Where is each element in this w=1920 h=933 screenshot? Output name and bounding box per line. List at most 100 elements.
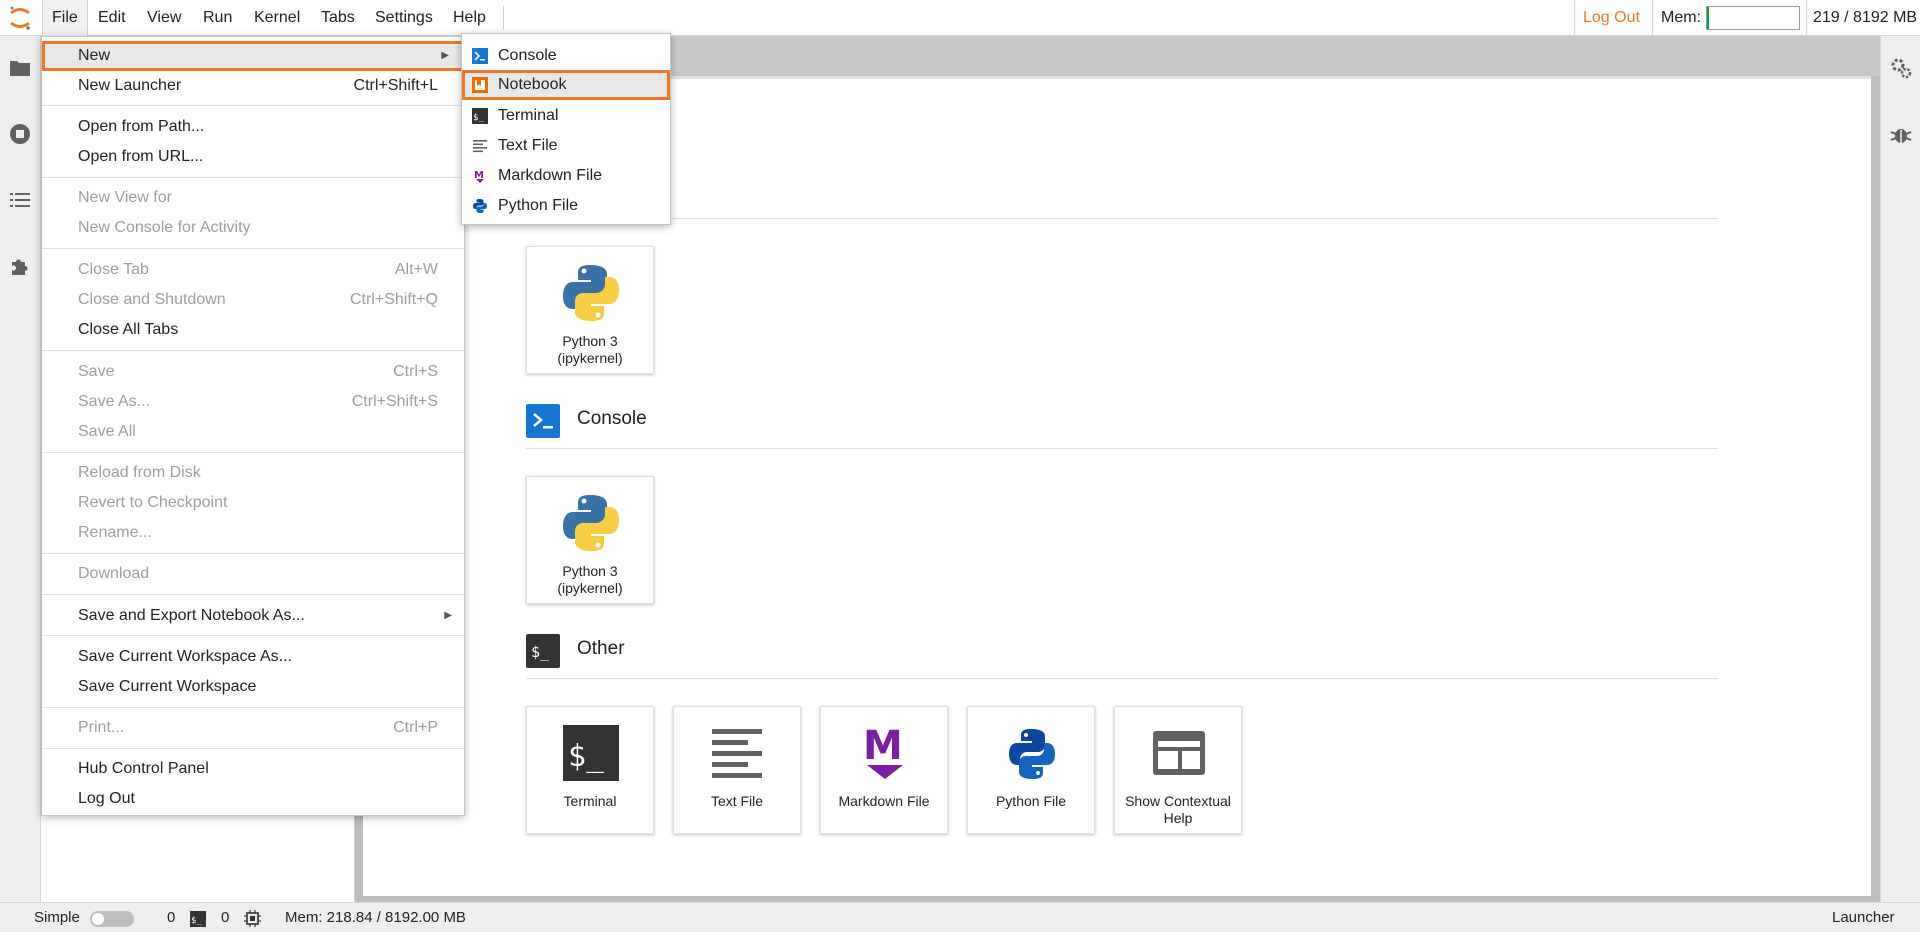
menu-tabs[interactable]: Tabs [312, 0, 364, 36]
other-section-divider [526, 678, 1718, 679]
card-label: Markdown File [838, 793, 930, 809]
menu-item-label: Save [78, 363, 115, 380]
extension-puzzle-icon[interactable] [8, 254, 32, 278]
svg-text:$_: $_ [568, 739, 605, 774]
menu-item-rename: Rename... [78, 524, 152, 541]
svg-text:$_: $_ [191, 916, 202, 926]
markdown-icon: M [474, 170, 484, 183]
kernel-count: 0 [167, 909, 176, 926]
status-bar: Simple 0 $_ 0 Mem: 218.84 / 8192.00 MB L… [0, 902, 1920, 932]
menu-run[interactable]: Run [194, 0, 241, 36]
submenu-arrow-icon: ▶ [444, 610, 452, 621]
menu-help[interactable]: Help [444, 0, 495, 36]
simple-mode-toggle[interactable] [90, 911, 134, 927]
menu-item-open-path[interactable]: Open from Path... [42, 112, 464, 142]
console-python3-card[interactable]: Python 3 (ipykernel) [526, 476, 654, 604]
simple-mode-label: Simple [34, 909, 80, 926]
console-section-title: Console [577, 408, 647, 429]
memory-value: 219 / 8192 MB [1806, 0, 1917, 36]
shortcut-label: Ctrl+Shift+S [351, 393, 438, 410]
property-inspector-gears-icon[interactable] [1889, 56, 1913, 80]
menu-kernel[interactable]: Kernel [245, 0, 309, 36]
menu-item-download: Download [78, 565, 150, 582]
menu-item-new-view: New View for [78, 189, 172, 206]
memory-label: Mem: [1652, 0, 1701, 36]
text-file-card[interactable]: Text File [673, 706, 801, 834]
menu-separator [42, 177, 464, 178]
contextual-help-icon [1153, 731, 1205, 775]
debugger-bug-icon[interactable] [1889, 122, 1913, 146]
terminal-icon: $_ [563, 725, 619, 781]
submenu-item-notebook[interactable]: Notebook [462, 70, 670, 100]
text-file-icon [473, 140, 487, 153]
submenu-arrow-icon: ▶ [441, 50, 449, 61]
menu-item-close-all-tabs[interactable]: Close All Tabs [42, 315, 464, 345]
table-of-contents-icon[interactable] [8, 188, 32, 212]
menu-separator [503, 6, 504, 30]
menu-separator [42, 452, 464, 453]
menu-item-reload: Reload from Disk [78, 464, 201, 481]
markdown-file-card[interactable]: M Markdown File [820, 706, 948, 834]
card-label: Terminal [563, 793, 617, 809]
terminal-status-icon[interactable]: $_ [190, 911, 206, 927]
svg-text:$_: $_ [473, 113, 484, 123]
kernel-chip-icon[interactable] [244, 910, 261, 927]
menu-item-new-launcher[interactable]: New Launcher Ctrl+Shift+L [42, 71, 464, 101]
terminal-card[interactable]: $_ Terminal [526, 706, 654, 834]
new-submenu: Console Notebook $_ Terminal Text File M [461, 33, 671, 225]
menu-separator [42, 248, 464, 249]
submenu-item-markdown-file[interactable]: M Markdown File [462, 161, 670, 191]
running-stop-icon[interactable] [8, 122, 32, 146]
status-mode-label: Launcher [1832, 909, 1895, 926]
menu-separator [42, 594, 464, 595]
toggle-knob [92, 913, 104, 925]
logout-button[interactable]: Log Out [1574, 0, 1648, 36]
jupyter-logo-icon[interactable] [6, 4, 34, 32]
text-file-icon [712, 729, 762, 778]
shortcut-label: Ctrl+P [393, 719, 438, 736]
shortcut-label: Ctrl+Shift+Q [349, 291, 438, 308]
menu-item-hub-control-panel[interactable]: Hub Control Panel [42, 754, 464, 784]
menu-item-revert: Revert to Checkpoint [78, 494, 228, 511]
python-file-card[interactable]: Python File [967, 706, 1095, 834]
card-label: Python 3 (ipykernel) [557, 333, 623, 366]
menu-view[interactable]: View [138, 0, 190, 36]
python-file-icon [1009, 729, 1055, 779]
menu-item-label: Close Tab [78, 261, 149, 278]
shortcut-label: Ctrl+S [393, 363, 438, 380]
notebook-icon [472, 77, 488, 93]
notebook-python3-card[interactable]: Python 3 (ipykernel) [526, 246, 654, 374]
python-logo-icon [563, 265, 619, 321]
menu-settings[interactable]: Settings [366, 0, 442, 36]
python-file-icon [473, 199, 487, 213]
menu-item-save-workspace-as[interactable]: Save Current Workspace As... [42, 642, 464, 672]
submenu-item-python-file[interactable]: Python File [462, 191, 670, 221]
python-logo-icon [563, 495, 619, 551]
menu-item-close-shutdown: Close and Shutdown Ctrl+Shift+Q [42, 285, 464, 315]
memory-usage-bar [1706, 6, 1800, 30]
submenu-item-console[interactable]: Console [462, 41, 670, 71]
menu-edit[interactable]: Edit [89, 0, 135, 36]
left-sidebar [0, 36, 41, 902]
notebook-section-divider [526, 218, 1718, 219]
menu-item-label: Close and Shutdown [78, 291, 226, 308]
menu-item-save-export[interactable]: Save and Export Notebook As... ▶ [42, 601, 464, 631]
menu-item-close-tab: Close Tab Alt+W [42, 255, 464, 285]
contextual-help-card[interactable]: Show Contextual Help [1114, 706, 1242, 834]
menu-bar: File Edit View Run Kernel Tabs Settings … [0, 0, 1920, 36]
terminal-count: 0 [221, 909, 230, 926]
menu-item-log-out[interactable]: Log Out [42, 784, 464, 814]
menu-item-open-url[interactable]: Open from URL... [42, 142, 464, 172]
menu-item-save-workspace[interactable]: Save Current Workspace [42, 672, 464, 702]
submenu-label: Markdown File [498, 167, 603, 184]
submenu-item-terminal[interactable]: $_ Terminal [462, 101, 670, 131]
submenu-item-text-file[interactable]: Text File [462, 131, 670, 161]
card-label: Python File [995, 793, 1067, 809]
menu-item-new[interactable]: New ▶ [42, 41, 464, 71]
menu-separator [42, 105, 464, 106]
menu-item-new-console-activity: New Console for Activity [78, 219, 251, 236]
shortcut-label: Alt+W [394, 261, 438, 278]
folder-icon[interactable] [8, 56, 32, 80]
menu-item-save: Save Ctrl+S [42, 357, 464, 387]
menu-file[interactable]: File [42, 0, 88, 36]
